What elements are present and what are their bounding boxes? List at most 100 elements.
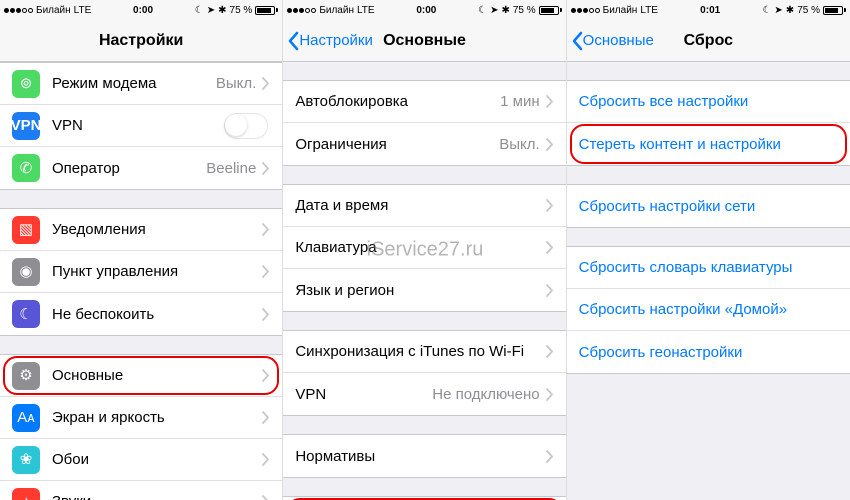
row-label: Уведомления	[52, 221, 262, 238]
settings-group: Автоблокировка1 минОграниченияВыкл.	[283, 80, 565, 166]
settings-row[interactable]: ОграниченияВыкл.	[283, 123, 565, 165]
settings-row[interactable]: Сбросить настройки сети	[567, 185, 850, 227]
settings-row[interactable]: Язык и регион	[283, 269, 565, 311]
network-label: LTE	[74, 5, 92, 16]
row-value: Выкл.	[216, 75, 256, 92]
settings-row[interactable]: ⊚ Режим модемаВыкл.	[0, 63, 282, 105]
signal-dots	[287, 8, 316, 13]
settings-row[interactable]: Сбросить настройки «Домой»	[567, 289, 850, 331]
settings-row[interactable]: VPNVPN	[0, 105, 282, 147]
row-label: Синхронизация с iTunes по Wi-Fi	[295, 343, 545, 360]
settings-row[interactable]: Автоблокировка1 мин	[283, 81, 565, 123]
settings-row[interactable]: Синхронизация с iTunes по Wi-Fi	[283, 331, 565, 373]
settings-row[interactable]: Стереть контент и настройки	[567, 123, 850, 165]
settings-row[interactable]: ♪Звуки	[0, 481, 282, 500]
settings-row[interactable]: ✆ОператорBeeline	[0, 147, 282, 189]
control-center-icon: ◉	[12, 258, 40, 286]
back-button[interactable]: Основные	[567, 31, 654, 51]
wallpaper-icon: ❀	[12, 446, 40, 474]
row-label: Сбросить геонастройки	[579, 344, 838, 361]
battery-icon	[539, 6, 562, 15]
settings-group: Сбросить настройки сети	[567, 184, 850, 228]
chevron-icon	[262, 411, 270, 424]
row-value: 1 мин	[500, 93, 540, 110]
battery-pct: 75 %	[513, 5, 536, 16]
chevron-icon	[262, 265, 270, 278]
row-label: Звуки	[52, 493, 262, 500]
settings-row[interactable]: ▧Уведомления	[0, 209, 282, 251]
settings-row[interactable]: Сбросить геонастройки	[567, 331, 850, 373]
row-label: Сбросить настройки сети	[579, 198, 838, 215]
content[interactable]: Автоблокировка1 минОграниченияВыкл. Дата…	[283, 62, 565, 500]
row-value: Выкл.	[499, 136, 539, 153]
dnd-icon: ☾	[12, 300, 40, 328]
settings-row[interactable]: ◉Пункт управления	[0, 251, 282, 293]
chevron-icon	[546, 138, 554, 151]
settings-group: ⊚ Режим модемаВыкл. VPNVPN✆ОператорBeeline	[0, 62, 282, 190]
settings-group: ⚙ОсновныеAᴀЭкран и яркость❀Обои♪Звуки◉To…	[0, 354, 282, 500]
status-bar: Билайн LTE 0:01 ☾ ➤ ✱ 75 %	[567, 0, 850, 20]
bluetooth-icon: ✱	[786, 5, 794, 16]
toggle-switch[interactable]	[224, 113, 268, 139]
chevron-icon	[546, 95, 554, 108]
hotspot-icon: ⊚	[12, 70, 40, 98]
row-label: Обои	[52, 451, 262, 468]
status-time: 0:01	[700, 5, 720, 16]
settings-group: Нормативы	[283, 434, 565, 478]
row-label: Режим модема	[52, 75, 216, 92]
row-label: Экран и яркость	[52, 409, 262, 426]
row-label: Автоблокировка	[295, 93, 500, 110]
carrier-label: Билайн	[36, 5, 71, 16]
settings-row[interactable]: Нормативы	[283, 435, 565, 477]
settings-row[interactable]: ☾Не беспокоить	[0, 293, 282, 335]
row-value: Не подключено	[432, 386, 539, 403]
row-label: Клавиатура	[295, 239, 545, 256]
row-label: VPN	[295, 386, 432, 403]
nav-bar: Основные Сброс	[567, 20, 850, 62]
chevron-icon	[262, 162, 270, 175]
row-label: Ограничения	[295, 136, 499, 153]
chevron-icon	[262, 369, 270, 382]
signal-dots	[571, 8, 600, 13]
status-time: 0:00	[416, 5, 436, 16]
row-label: Нормативы	[295, 448, 545, 465]
row-label: Оператор	[52, 160, 206, 177]
settings-row[interactable]: Aᴀ Экран и яркость	[0, 397, 282, 439]
chevron-icon	[262, 453, 270, 466]
row-value: Beeline	[206, 160, 256, 177]
display-icon: Aᴀ	[12, 404, 40, 432]
row-label: Дата и время	[295, 197, 545, 214]
settings-group: Дата и время Клавиатура Язык и регион	[283, 184, 565, 312]
settings-row[interactable]: Сбросить словарь клавиатуры	[567, 247, 850, 289]
settings-row[interactable]: Дата и время	[283, 185, 565, 227]
moon-icon: ☾	[762, 5, 771, 16]
screen-general: Билайн LTE 0:00 ☾ ➤ ✱ 75 % Настройки Осн…	[283, 0, 566, 500]
moon-icon: ☾	[195, 5, 204, 16]
signal-dots	[4, 8, 33, 13]
settings-group: ▧Уведомления◉Пункт управления☾Не беспоко…	[0, 208, 282, 336]
battery-icon	[255, 6, 278, 15]
content[interactable]: Сбросить все настройкиСтереть контент и …	[567, 62, 850, 500]
nav-bar: Настройки Основные	[283, 20, 565, 62]
content[interactable]: ⊚ Режим модемаВыкл. VPNVPN✆ОператорBeeline…	[0, 62, 282, 500]
general-icon: ⚙	[12, 362, 40, 390]
chevron-icon	[546, 199, 554, 212]
location-icon: ➤	[490, 5, 498, 16]
chevron-icon	[262, 77, 270, 90]
bluetooth-icon: ✱	[218, 5, 226, 16]
chevron-icon	[546, 345, 554, 358]
settings-row[interactable]: Клавиатура	[283, 227, 565, 269]
settings-row[interactable]: Сбросить все настройки	[567, 81, 850, 123]
settings-row[interactable]: ❀ Обои	[0, 439, 282, 481]
battery-icon	[823, 6, 846, 15]
back-button[interactable]: Настройки	[283, 31, 373, 51]
settings-row[interactable]: VPNНе подключено	[283, 373, 565, 415]
settings-row[interactable]: ⚙ Основные	[0, 355, 282, 397]
settings-group: Сброс	[283, 496, 565, 500]
moon-icon: ☾	[478, 5, 487, 16]
chevron-icon	[262, 308, 270, 321]
chevron-icon	[262, 495, 270, 500]
row-label: Основные	[52, 367, 262, 384]
settings-group: Сбросить словарь клавиатурыСбросить наст…	[567, 246, 850, 374]
chevron-icon	[546, 450, 554, 463]
